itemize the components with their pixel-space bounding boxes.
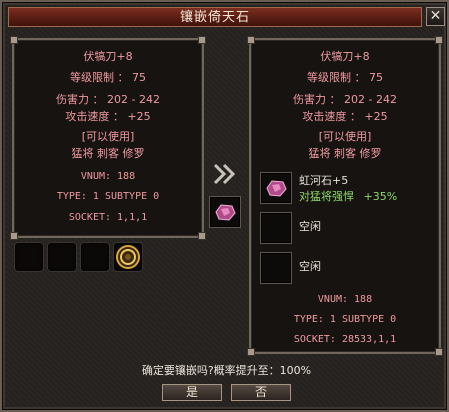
close-button[interactable]: ✕ <box>426 7 445 26</box>
type-text: TYPE: 1 SUBTYPE 0 <box>56 191 160 202</box>
level-requirement: 等级限制 ： 75 <box>307 71 383 84</box>
item-name: 伏犒刀+8 <box>320 50 370 63</box>
usable-label: [可以使用] <box>81 130 135 143</box>
yes-button[interactable]: 是 <box>162 384 222 401</box>
usable-label: [可以使用] <box>318 130 372 143</box>
level-requirement: 等级限制 ： 75 <box>70 71 146 84</box>
panel-corner <box>198 36 206 44</box>
vnum-text: VNUM: 188 <box>80 171 136 182</box>
inventory-slot[interactable] <box>47 242 77 272</box>
socket-empty-label: 空闲 <box>299 260 321 273</box>
socket-text: SOCKET: 28533,1,1 <box>293 334 397 345</box>
socket-gem-name: 虹河石+5 <box>299 174 349 187</box>
panel-corner <box>435 36 443 44</box>
bonus-value: +35% <box>363 190 398 203</box>
attack-speed-stat: 攻击速度 ： +25 <box>302 110 388 123</box>
panel-corner <box>10 36 18 44</box>
no-button[interactable]: 否 <box>231 384 291 401</box>
inventory-slot[interactable] <box>80 242 110 272</box>
confirm-message: 确定要镶嵌吗?概率提升至：100% <box>141 364 312 377</box>
inventory-slot[interactable] <box>14 242 44 272</box>
class-list: 猛将 刺客 修罗 <box>71 147 145 160</box>
socket-gem-bonus: 对猛将强悍 +35% <box>299 190 397 204</box>
inventory-slot-filled[interactable] <box>113 242 143 272</box>
title-bar[interactable]: 镶嵌倚天石 <box>8 7 422 27</box>
panel-corner <box>435 348 443 356</box>
panel-corner <box>247 36 255 44</box>
item-name: 伏犒刀+8 <box>83 50 133 63</box>
panel-corner <box>198 232 206 240</box>
socket-slot-3[interactable] <box>260 252 292 284</box>
gem-input-slot[interactable] <box>209 196 241 228</box>
attack-speed-stat: 攻击速度 ： +25 <box>65 110 151 123</box>
damage-stat: 伤害力 ： 202 - 242 <box>56 93 160 106</box>
panel-corner <box>247 348 255 356</box>
socket-slot-1[interactable] <box>260 172 292 204</box>
socket-text: SOCKET: 1,1,1 <box>68 212 148 223</box>
window-title: 镶嵌倚天石 <box>179 10 250 25</box>
gem-icon <box>266 180 287 197</box>
socket-slot-2[interactable] <box>260 212 292 244</box>
left-item-panel: 伏犒刀+8 等级限制 ： 75 伤害力 ： 202 - 242 攻击速度 ： +… <box>10 36 206 240</box>
panel-corner <box>10 232 18 240</box>
gem-icon <box>215 204 236 221</box>
double-chevron-right-icon <box>213 163 236 185</box>
ring-icon <box>116 245 140 269</box>
damage-stat: 伤害力 ： 202 - 242 <box>293 93 397 106</box>
right-item-panel: 伏犒刀+8 等级限制 ： 75 伤害力 ： 202 - 242 攻击速度 ： +… <box>247 36 443 356</box>
socket-empty-label: 空闲 <box>299 220 321 233</box>
close-icon: ✕ <box>429 8 442 24</box>
inlay-window: 镶嵌倚天石 ✕ 伏犒刀+8 等级限制 ： 75 伤害力 ： 202 - 242 … <box>0 0 449 412</box>
type-text: TYPE: 1 SUBTYPE 0 <box>293 314 397 325</box>
bonus-text: 对猛将强悍 <box>299 190 354 203</box>
class-list: 猛将 刺客 修罗 <box>308 147 382 160</box>
vnum-text: VNUM: 188 <box>317 294 373 305</box>
